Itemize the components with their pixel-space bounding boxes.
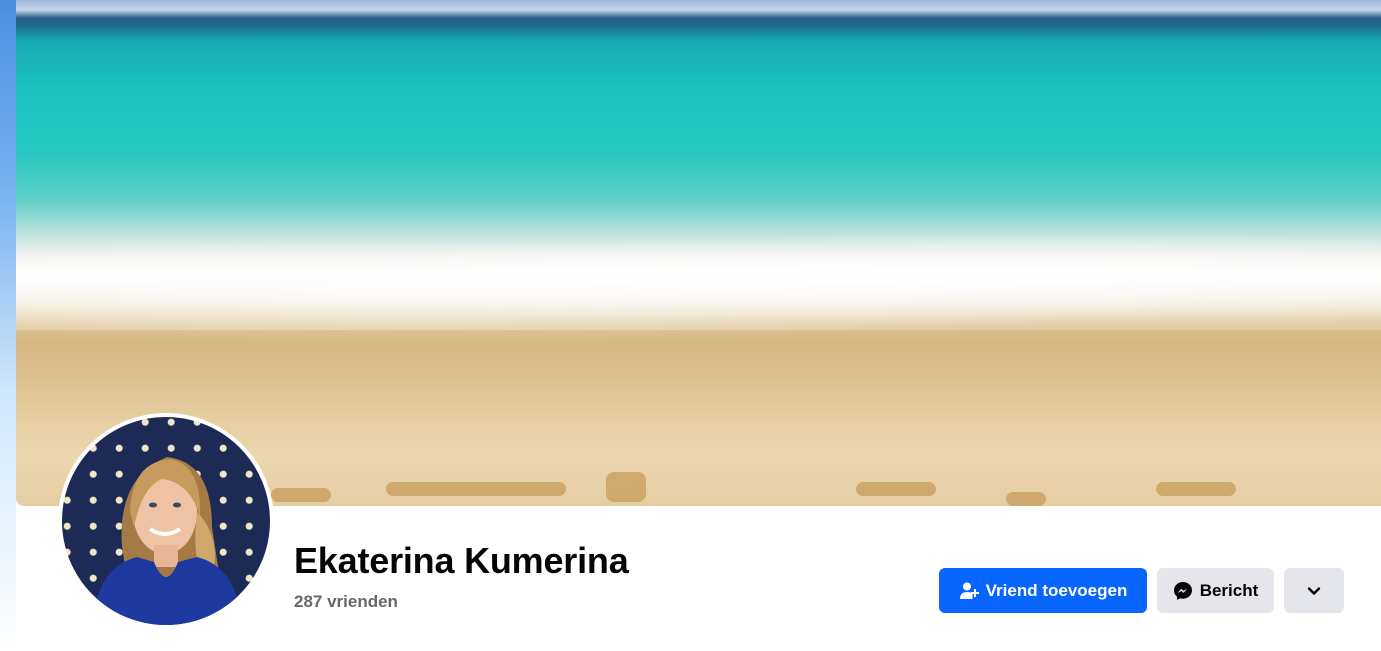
add-friend-button[interactable]: Vriend toevoegen — [939, 568, 1147, 613]
sand-writing — [1156, 482, 1236, 496]
chevron-down-icon — [1306, 583, 1322, 599]
profile-page: Ekaterina Kumerina 287 vrienden Vriend t… — [0, 0, 1381, 651]
message-label: Bericht — [1199, 580, 1259, 600]
avatar-portrait — [92, 457, 242, 625]
sand-writing — [1006, 492, 1046, 506]
message-button[interactable]: Bericht — [1157, 568, 1274, 613]
left-edge-gradient — [0, 0, 16, 651]
avatar[interactable] — [62, 417, 270, 625]
sand-writing — [271, 488, 331, 502]
user-plus-icon — [959, 581, 979, 601]
sand-writing — [856, 482, 936, 496]
friends-count-link[interactable]: 287 vrienden — [294, 592, 398, 612]
cover-wave-foam — [16, 230, 1381, 340]
sand-writing — [386, 482, 566, 496]
profile-picture-frame[interactable] — [58, 413, 274, 629]
messenger-icon — [1173, 581, 1193, 601]
sand-writing — [606, 472, 646, 502]
more-options-button[interactable] — [1284, 568, 1344, 613]
profile-name: Ekaterina Kumerina — [294, 540, 629, 581]
add-friend-label: Vriend toevoegen — [985, 580, 1128, 600]
